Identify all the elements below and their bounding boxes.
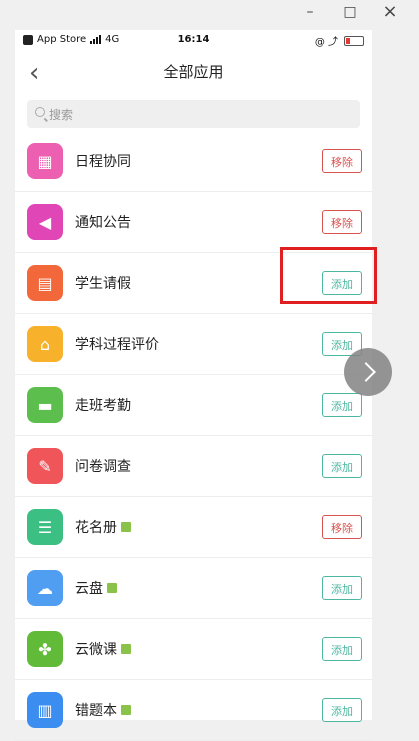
add-button[interactable]: 添加: [322, 393, 362, 417]
film-reel-icon[interactable]: ✤: [27, 631, 63, 667]
app-name: 云盘: [75, 578, 117, 598]
search-input[interactable]: 搜索: [27, 100, 360, 128]
app-name: 通知公告: [75, 215, 131, 231]
search-icon: [35, 107, 45, 117]
location-icon: @ ⤴: [314, 37, 338, 48]
app-row: ☰ 花名册 移除: [15, 497, 372, 558]
badge-icon: [107, 583, 117, 593]
badge-icon: [121, 522, 131, 532]
window-controls: – □ ×: [0, 0, 419, 26]
chevron-right-icon: [356, 362, 376, 382]
next-button[interactable]: [344, 348, 392, 396]
survey-icon[interactable]: ✎: [27, 448, 63, 484]
attendance-icon[interactable]: ▬: [27, 387, 63, 423]
app-row: ▥ 错题本 添加: [15, 680, 372, 741]
app-row: ⌂ 学科过程评价 添加: [15, 314, 372, 375]
roster-icon[interactable]: ☰: [27, 509, 63, 545]
badge-icon: [121, 705, 131, 715]
app-list: ▦ 日程协同 移除 ◀ 通知公告 移除 ▤ 学生请假 添加 ⌂ 学科过程评价 添加 ▬ 走班考勤 添加 ✎ 问卷…: [15, 131, 372, 741]
leave-form-icon[interactable]: ▤: [27, 265, 63, 301]
app-name: 问卷调查: [75, 459, 131, 475]
add-button[interactable]: 添加: [322, 576, 362, 600]
house-icon[interactable]: ⌂: [27, 326, 63, 362]
status-bar: App Store 4G 16:14 @ ⤴: [15, 30, 372, 52]
battery-icon: [344, 35, 364, 46]
search-placeholder: 搜索: [49, 108, 74, 122]
page-title: 全部应用: [163, 63, 224, 81]
close-icon[interactable]: ×: [380, 2, 400, 22]
app-row: ▦ 日程协同 移除: [15, 131, 372, 192]
calendar-icon[interactable]: ▦: [27, 143, 63, 179]
add-button[interactable]: 添加: [322, 698, 362, 722]
maximize-icon[interactable]: □: [340, 2, 360, 22]
app-name: 日程协同: [75, 154, 131, 170]
app-row: ✤ 云微课 添加: [15, 619, 372, 680]
navigation-bar: ‹ 全部应用: [15, 52, 372, 94]
minimize-icon[interactable]: –: [300, 2, 320, 22]
add-button[interactable]: 添加: [322, 454, 362, 478]
add-button[interactable]: 添加: [322, 637, 362, 661]
app-row: ◀ 通知公告 移除: [15, 192, 372, 253]
remove-button[interactable]: 移除: [322, 149, 362, 173]
app-name: 学科过程评价: [75, 337, 159, 353]
app-row: ✎ 问卷调查 添加: [15, 436, 372, 497]
app-name: 花名册: [75, 517, 131, 537]
app-name: 云微课: [75, 639, 131, 659]
remove-button[interactable]: 移除: [322, 515, 362, 539]
remove-button[interactable]: 移除: [322, 210, 362, 234]
megaphone-icon[interactable]: ◀: [27, 204, 63, 240]
cloud-icon[interactable]: ☁: [27, 570, 63, 606]
notebook-icon[interactable]: ▥: [27, 692, 63, 728]
app-row: ▬ 走班考勤 添加: [15, 375, 372, 436]
app-name: 走班考勤: [75, 398, 131, 414]
highlight-box: [280, 247, 377, 304]
badge-icon: [121, 644, 131, 654]
app-name: 学生请假: [75, 276, 131, 292]
app-name: 错题本: [75, 700, 131, 720]
app-row: ☁ 云盘 添加: [15, 558, 372, 619]
